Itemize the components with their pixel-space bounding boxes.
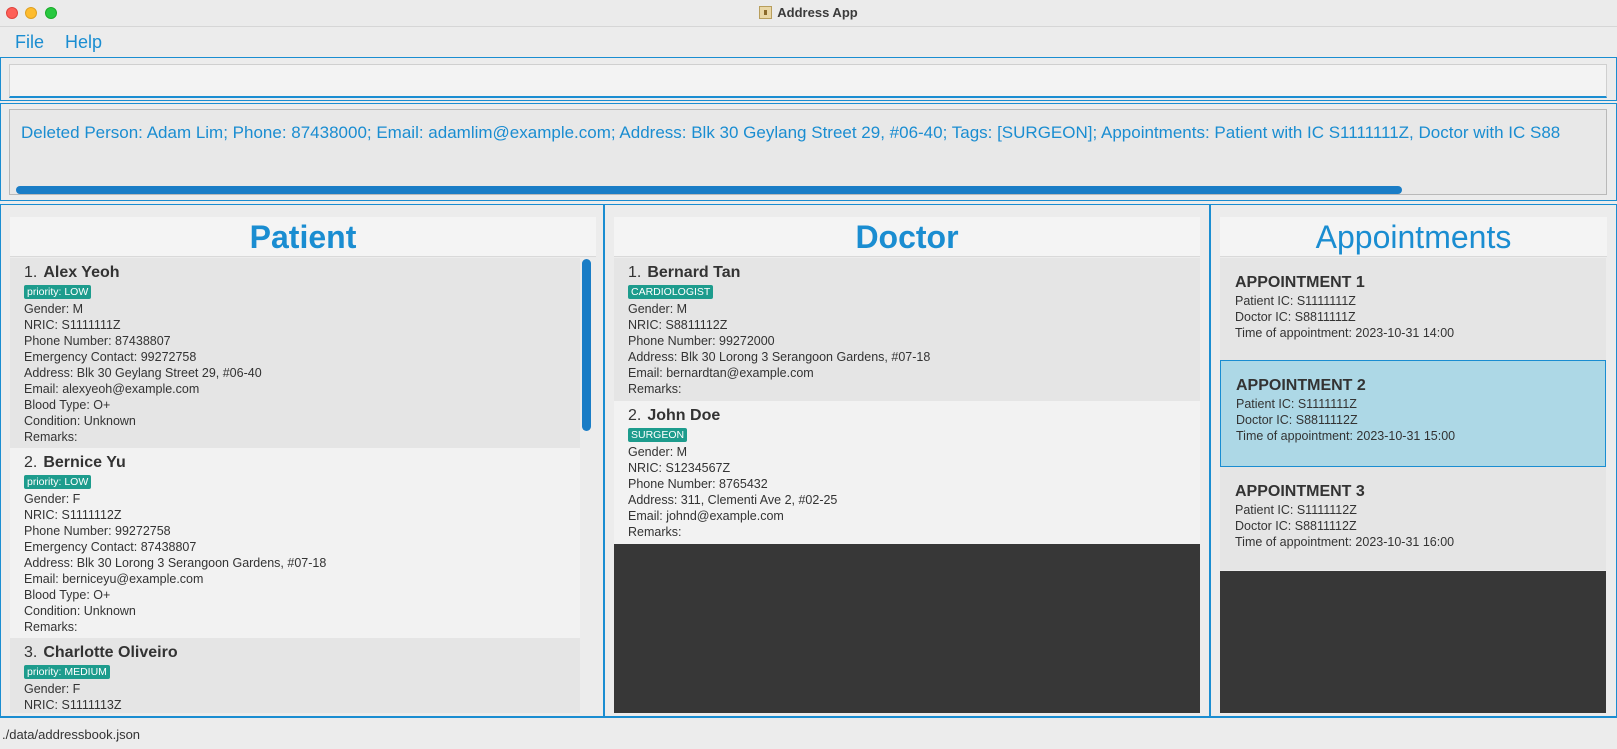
appointment-time: Time of appointment: 2023-10-31 14:00	[1235, 326, 1455, 340]
window-title: Address App	[0, 5, 1617, 20]
appointment-patient-ic: Patient IC: S1111111Z	[1235, 294, 1356, 308]
doctor-remarks: Remarks:	[628, 525, 682, 539]
appointment-doctor-ic: Doctor IC: S8811112Z	[1235, 519, 1357, 533]
patient-nric: NRIC: S1111112Z	[24, 508, 122, 522]
doctor-name: 1. Bernard Tan	[628, 264, 1200, 282]
priority-tag: priority: LOW	[24, 475, 92, 489]
doctor-phone: Phone Number: 99272000	[628, 334, 775, 348]
doctor-nric: NRIC: S8811112Z	[628, 318, 728, 332]
empty-list-area	[1220, 571, 1606, 713]
title-bar: Address App	[0, 0, 1617, 27]
appointment-title: APPOINTMENT 3	[1235, 483, 1365, 500]
doctor-list-panel: Doctor 1. Bernard Tan CARDIOLOGIST Gender…	[604, 204, 1210, 717]
result-display-panel: Deleted Person: Adam Lim; Phone: 8743800…	[0, 103, 1617, 201]
patient-list[interactable]: 1. Alex Yeoh priority: LOW Gender: M NRIC…	[10, 258, 580, 713]
patient-address: Address: Blk 30 Lorong 3 Serangoon Garde…	[24, 556, 327, 570]
patient-card[interactable]: 3. Charlotte Oliveiro priority: MEDIUM Ge…	[10, 638, 580, 713]
patient-condition: Condition: Unknown	[24, 604, 136, 618]
patient-emergency-contact: Emergency Contact: 99272758	[24, 350, 197, 364]
patient-name: 2. Bernice Yu	[24, 454, 580, 472]
doctor-card[interactable]: 1. Bernard Tan CARDIOLOGIST Gender: M NRI…	[614, 258, 1200, 401]
patient-gender: Gender: F	[24, 682, 81, 696]
patient-name: 1. Alex Yeoh	[24, 264, 580, 282]
patient-blood-type: Blood Type: O+	[24, 398, 111, 412]
appointment-doctor-ic: Doctor IC: S8811111Z	[1235, 310, 1356, 324]
doctor-header: Doctor	[614, 217, 1200, 257]
patient-phone: Phone Number: 87438807	[24, 334, 171, 348]
appointment-card[interactable]: APPOINTMENT 1 Patient IC: S1111111Z Doct…	[1220, 258, 1606, 364]
doctor-phone: Phone Number: 8765432	[628, 477, 768, 491]
patient-name-text: Alex Yeoh	[43, 264, 120, 281]
doctor-index: 1.	[628, 264, 642, 281]
patient-phone: Phone Number: 99272758	[24, 524, 171, 538]
menu-help[interactable]: Help	[65, 32, 102, 53]
doctor-card[interactable]: 2. John Doe SURGEON Gender: M NRIC: S1234…	[614, 401, 1200, 544]
patient-index: 1.	[24, 264, 38, 281]
doctor-name-text: Bernard Tan	[647, 264, 741, 281]
specialty-tag: SURGEON	[628, 428, 688, 442]
menu-file[interactable]: File	[15, 32, 44, 53]
doctor-nric: NRIC: S1234567Z	[628, 461, 731, 475]
patient-condition: Condition: Unknown	[24, 414, 136, 428]
doctor-index: 2.	[628, 407, 642, 424]
patient-gender: Gender: F	[24, 492, 81, 506]
doctor-gender: Gender: M	[628, 445, 688, 459]
priority-tag: priority: LOW	[24, 285, 92, 299]
appointment-title: APPOINTMENT 1	[1235, 274, 1365, 291]
appointment-time: Time of appointment: 2023-10-31 16:00	[1235, 535, 1455, 549]
address-book-icon	[759, 6, 773, 19]
doctor-email: Email: bernardtan@example.com	[628, 366, 814, 380]
command-box-panel	[0, 57, 1617, 101]
result-horizontal-scrollbar[interactable]	[16, 186, 1402, 194]
window-title-text: Address App	[777, 5, 858, 20]
patient-address: Address: Blk 30 Geylang Street 29, #06-4…	[24, 366, 262, 380]
status-bar: ./data/addressbook.json	[0, 717, 1617, 749]
appointment-title: APPOINTMENT 2	[1236, 377, 1366, 394]
patient-list-scrollbar[interactable]	[582, 259, 591, 431]
patient-name: 3. Charlotte Oliveiro	[24, 644, 580, 662]
appointment-doctor-ic: Doctor IC: S8811112Z	[1236, 413, 1358, 427]
patient-email: Email: alexyeoh@example.com	[24, 382, 200, 396]
patient-header: Patient	[10, 217, 596, 257]
empty-list-area	[614, 544, 1200, 713]
patient-nric: NRIC: S1111113Z	[24, 698, 122, 712]
appointment-patient-ic: Patient IC: S1111111Z	[1236, 397, 1357, 411]
appointment-list-panel: Appointments APPOINTMENT 1 Patient IC: S…	[1210, 204, 1617, 717]
appointment-patient-ic: Patient IC: S1111112Z	[1235, 503, 1357, 517]
patient-card[interactable]: 2. Bernice Yu priority: LOW Gender: F NRI…	[10, 448, 580, 638]
result-display: Deleted Person: Adam Lim; Phone: 8743800…	[9, 109, 1607, 195]
patient-index: 2.	[24, 454, 38, 471]
doctor-gender: Gender: M	[628, 302, 688, 316]
patient-name-text: Charlotte Oliveiro	[43, 644, 178, 661]
doctor-name: 2. John Doe	[628, 407, 1200, 425]
patient-remarks: Remarks:	[24, 430, 78, 444]
patient-blood-type: Blood Type: O+	[24, 588, 111, 602]
patient-card[interactable]: 1. Alex Yeoh priority: LOW Gender: M NRIC…	[10, 258, 580, 448]
patient-emergency-contact: Emergency Contact: 87438807	[24, 540, 197, 554]
patient-email: Email: berniceyu@example.com	[24, 572, 204, 586]
doctor-remarks: Remarks:	[628, 382, 682, 396]
appointment-time: Time of appointment: 2023-10-31 15:00	[1236, 429, 1456, 443]
doctor-list[interactable]: 1. Bernard Tan CARDIOLOGIST Gender: M NRI…	[614, 258, 1200, 713]
patient-gender: Gender: M	[24, 302, 84, 316]
appointments-header: Appointments	[1220, 217, 1607, 257]
appointment-card[interactable]: APPOINTMENT 3 Patient IC: S1111112Z Doct…	[1220, 467, 1606, 570]
doctor-name-text: John Doe	[647, 407, 721, 424]
patient-nric: NRIC: S1111111Z	[24, 318, 121, 332]
command-input[interactable]	[9, 64, 1607, 98]
patient-list-panel: Patient 1. Alex Yeoh priority: LOW Gender…	[0, 204, 604, 717]
appointment-card-selected[interactable]: APPOINTMENT 2 Patient IC: S1111111Z Doct…	[1220, 360, 1606, 467]
result-message: Deleted Person: Adam Lim; Phone: 8743800…	[21, 123, 1561, 142]
patient-name-text: Bernice Yu	[43, 454, 126, 471]
doctor-address: Address: Blk 30 Lorong 3 Serangoon Garde…	[628, 350, 931, 364]
save-location: ./data/addressbook.json	[2, 727, 141, 742]
specialty-tag: CARDIOLOGIST	[628, 285, 714, 299]
menu-bar: File Help	[0, 28, 1617, 56]
doctor-email: Email: johnd@example.com	[628, 509, 784, 523]
patient-index: 3.	[24, 644, 38, 661]
patient-remarks: Remarks:	[24, 620, 78, 634]
priority-tag: priority: MEDIUM	[24, 665, 110, 679]
doctor-address: Address: 311, Clementi Ave 2, #02-25	[628, 493, 838, 507]
